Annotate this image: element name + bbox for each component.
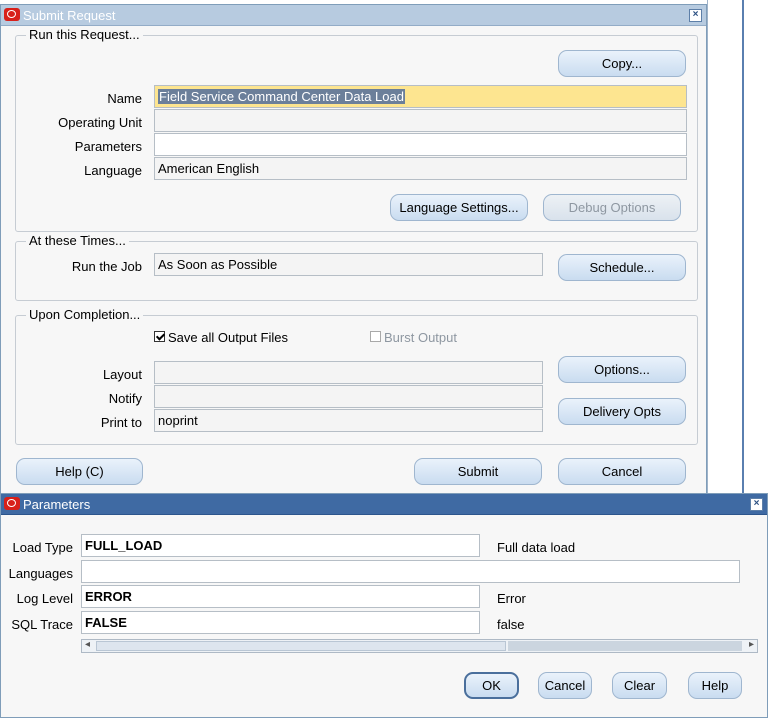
operating-unit-field[interactable] — [154, 109, 687, 132]
layout-field[interactable] — [154, 361, 543, 384]
options-button[interactable]: Options... — [558, 356, 686, 383]
window-title: Submit Request — [23, 8, 116, 23]
scroll-right-icon[interactable]: ▸ — [749, 639, 754, 650]
param-label: Load Type — [12, 540, 73, 555]
operating-unit-label: Operating Unit — [58, 115, 142, 130]
layout-label: Layout — [102, 367, 142, 382]
schedule-button[interactable]: Schedule... — [558, 254, 686, 281]
language-label: Language — [84, 163, 142, 178]
parameters-window: Parameters × Load Type FULL_LOAD Full da… — [0, 493, 768, 718]
scroll-left-icon[interactable]: ◂ — [85, 639, 90, 650]
param-description: Full data load — [497, 540, 576, 555]
language-field[interactable]: American English — [154, 157, 687, 180]
burst-output-label: Burst Output — [384, 330, 457, 345]
print-to-field[interactable]: noprint — [154, 409, 543, 432]
param-value-field[interactable]: FULL_LOAD — [81, 534, 480, 557]
param-description: false — [497, 617, 525, 632]
save-output-label: Save all Output Files — [168, 330, 288, 345]
notify-field[interactable] — [154, 385, 543, 408]
cancel-button[interactable]: Cancel — [558, 458, 686, 485]
window-title: Parameters — [23, 497, 91, 512]
notify-label: Notify — [108, 391, 142, 406]
param-value-field[interactable] — [81, 560, 740, 583]
close-icon[interactable]: × — [750, 498, 763, 511]
copy-button[interactable]: Copy... — [558, 50, 686, 77]
delivery-opts-button[interactable]: Delivery Opts — [558, 398, 686, 425]
param-label: SQL Trace — [11, 617, 73, 632]
group-title: Run this Request... — [26, 27, 143, 42]
run-job-field[interactable]: As Soon as Possible — [154, 253, 543, 276]
param-label: Languages — [8, 566, 73, 581]
group-title: At these Times... — [26, 233, 129, 248]
burst-output-checkbox[interactable] — [370, 331, 381, 342]
debug-options-button[interactable]: Debug Options — [543, 194, 681, 221]
param-cancel-button[interactable]: Cancel — [538, 672, 592, 699]
submit-request-window: Submit Request × Run this Request... Cop… — [0, 4, 707, 495]
help-button[interactable]: Help (C) — [16, 458, 143, 485]
param-value-field[interactable]: ERROR — [81, 585, 480, 608]
run-job-label: Run the Job — [71, 259, 142, 274]
parameters-titlebar[interactable]: Parameters × — [1, 494, 767, 515]
horizontal-scrollbar[interactable]: ◂ ▸ — [81, 639, 758, 653]
name-value: Field Service Command Center Data Load — [158, 89, 405, 104]
oracle-logo-icon — [4, 8, 20, 21]
scroll-track-fill — [508, 641, 742, 651]
name-field[interactable]: Field Service Command Center Data Load — [154, 85, 687, 108]
submit-request-titlebar[interactable]: Submit Request × — [1, 5, 706, 26]
close-icon[interactable]: × — [689, 9, 702, 22]
param-description: Error — [497, 591, 526, 606]
clear-button[interactable]: Clear — [612, 672, 667, 699]
language-settings-button[interactable]: Language Settings... — [390, 194, 528, 221]
name-label: Name — [107, 91, 142, 106]
param-help-button[interactable]: Help — [688, 672, 742, 699]
param-value-field[interactable]: FALSE — [81, 611, 480, 634]
ok-button[interactable]: OK — [464, 672, 519, 699]
oracle-logo-icon — [4, 497, 20, 510]
save-output-checkbox[interactable] — [154, 331, 165, 342]
print-to-label: Print to — [100, 415, 142, 430]
group-title: Upon Completion... — [26, 307, 144, 322]
background-window-edge — [707, 0, 744, 495]
scroll-thumb[interactable] — [96, 641, 506, 651]
submit-button[interactable]: Submit — [414, 458, 542, 485]
parameters-field[interactable] — [154, 133, 687, 156]
parameters-label: Parameters — [74, 139, 142, 154]
param-label: Log Level — [16, 591, 73, 606]
